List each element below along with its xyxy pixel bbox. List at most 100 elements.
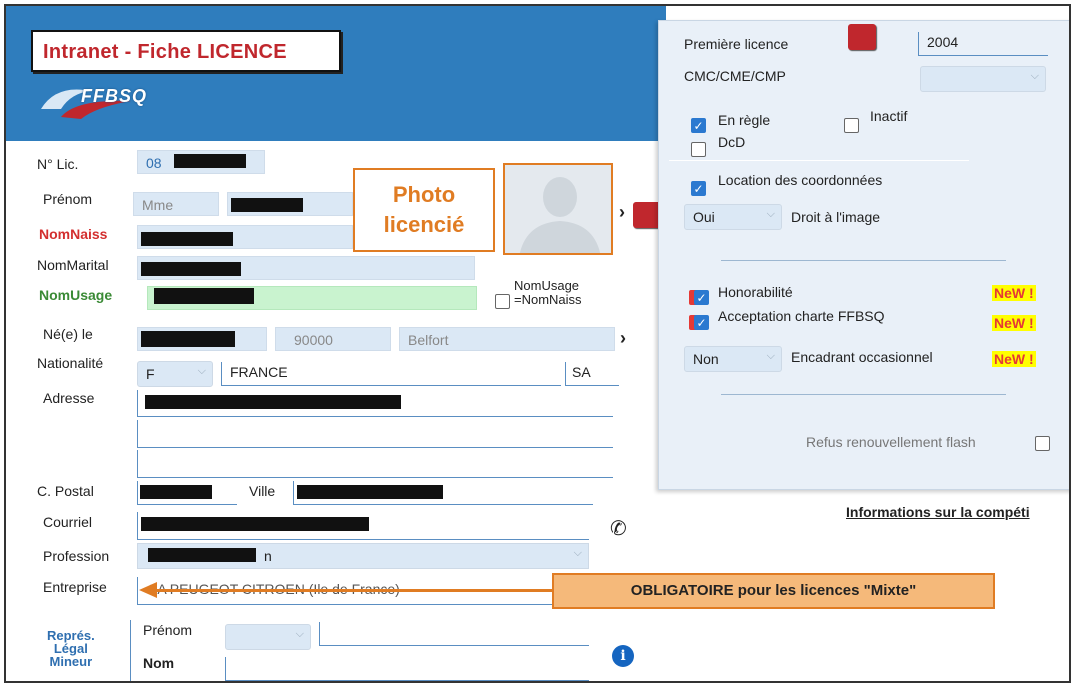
chevron-down-icon: ⌵: [1030, 70, 1039, 82]
redacted-block: [231, 198, 303, 212]
cp-naissance-value: 90000: [294, 332, 333, 348]
courriel-label: Courriel: [43, 514, 93, 530]
droit-image-value: Oui: [693, 209, 715, 225]
entreprise-label: Entreprise: [43, 579, 107, 595]
redacted-block: [141, 232, 233, 246]
divider: [721, 260, 1006, 261]
divider: [721, 394, 1006, 395]
nationalite-code-value: F: [146, 366, 155, 382]
cp-naissance-field[interactable]: 90000: [275, 327, 391, 351]
nationalite-label: Nationalité: [37, 355, 104, 371]
en-regle-checkbox[interactable]: ✓: [691, 118, 706, 133]
page-title: Intranet - Fiche LICENCE: [43, 41, 287, 63]
premiere-licence-field[interactable]: 2004: [918, 32, 1048, 56]
profession-value: n: [264, 548, 272, 564]
avatar-icon: [505, 165, 611, 253]
redacted-block: [141, 517, 369, 531]
adresse-label: Adresse: [43, 390, 95, 406]
civilite-field[interactable]: Mme: [133, 192, 219, 216]
repres-prenom-field[interactable]: [319, 622, 589, 646]
encadrant-value: Non: [693, 351, 719, 367]
profession-label: Profession: [43, 548, 110, 564]
page-title-box: Intranet - Fiche LICENCE: [31, 30, 341, 72]
prenom-label: Prénom: [43, 191, 93, 207]
inactif-label: Inactif: [870, 108, 908, 124]
chevron-right-icon[interactable]: ›: [619, 202, 625, 223]
repres-nom-field[interactable]: [225, 657, 589, 681]
nationalite-code-select[interactable]: F ⌵: [137, 361, 213, 387]
droit-image-select[interactable]: Oui ⌵: [684, 204, 782, 230]
photo-placeholder[interactable]: [503, 163, 613, 255]
nommarital-label: NomMarital: [37, 257, 109, 273]
honorabilite-checkbox[interactable]: ✓: [694, 290, 709, 305]
dcd-checkbox[interactable]: [691, 142, 706, 157]
redacted-block: [154, 288, 254, 304]
nomnaiss-label: NomNaiss: [39, 226, 108, 242]
info-icon[interactable]: i: [612, 645, 634, 667]
refus-label: Refus renouvellement flash: [806, 434, 976, 450]
redacted-block: [174, 154, 246, 168]
chevron-down-icon: ⌵: [766, 208, 775, 220]
annotation-arrow-head: [139, 582, 157, 598]
location-checkbox[interactable]: ✓: [691, 181, 706, 196]
redacted-block: [297, 485, 443, 499]
honorabilite-label: Honorabilité: [718, 284, 793, 300]
ville-naissance-value: Belfort: [408, 332, 449, 348]
cmc-label: CMC/CME/CMP: [684, 68, 786, 84]
redacted-block: [145, 395, 401, 409]
encadrant-label: Encadrant occasionnel: [791, 349, 933, 365]
repres-civilite-select[interactable]: ⌵: [225, 624, 311, 650]
divider: [130, 620, 131, 681]
dcd-label: DcD: [718, 134, 746, 150]
chevron-right-icon[interactable]: ›: [620, 328, 626, 349]
droit-image-label: Droit à l'image: [791, 209, 881, 225]
ne-le-label: Né(e) le: [43, 326, 93, 342]
civilite-value: Mme: [142, 197, 174, 213]
nomusage-eq-label: NomUsage =NomNaiss: [514, 278, 582, 307]
redacted-block: [141, 331, 235, 347]
adresse-line3[interactable]: [137, 450, 613, 478]
nationalite-suffix-field[interactable]: SA: [565, 362, 619, 386]
ffbsq-logo-text: FFBSQ: [81, 86, 147, 106]
repres-prenom-label: Prénom: [143, 622, 193, 638]
photo-label-box: Photo licencié: [353, 168, 495, 252]
refus-checkbox[interactable]: [1035, 436, 1050, 451]
acceptation-label: Acceptation charte FFBSQ: [718, 308, 885, 324]
chevron-down-icon: ⌵: [573, 547, 582, 559]
photo-label: Photo licencié: [383, 182, 465, 237]
chevron-down-icon: ⌵: [295, 628, 304, 640]
nationalite-suffix: SA: [572, 364, 591, 380]
redacted-block: [148, 548, 256, 562]
chevron-down-icon: ⌵: [197, 365, 206, 377]
adresse-line2[interactable]: [137, 420, 613, 448]
ville-label: Ville: [249, 483, 276, 499]
cmc-select[interactable]: ⌵: [920, 66, 1046, 92]
encadrant-select[interactable]: Non ⌵: [684, 346, 782, 372]
nationalite-field[interactable]: FRANCE: [221, 362, 561, 386]
en-regle-label: En règle: [718, 112, 771, 128]
redacted-block: [140, 485, 212, 499]
num-lic-label: N° Lic.: [37, 156, 79, 172]
chevron-down-icon: ⌵: [766, 350, 775, 362]
nationalite-value: FRANCE: [230, 364, 288, 380]
premiere-licence-value: 2004: [927, 34, 959, 50]
cpostal-label: C. Postal: [37, 483, 94, 499]
red-square-marker: [633, 202, 661, 228]
num-lic-value: 08: [146, 155, 162, 171]
inactif-checkbox[interactable]: [844, 118, 859, 133]
info-competition-link[interactable]: Informations sur la compéti: [846, 504, 1030, 520]
divider: [669, 160, 969, 161]
redacted-block: [141, 262, 241, 276]
premiere-licence-label: Première licence: [684, 36, 789, 52]
new-badge: NeW !: [992, 351, 1036, 367]
nomusage-eq-checkbox[interactable]: [495, 294, 510, 309]
phone-icon[interactable]: ✆: [610, 516, 627, 541]
obligatoire-annotation: OBLIGATOIRE pour les licences "Mixte": [552, 573, 995, 609]
repres-nom-label: Nom: [143, 655, 175, 671]
location-label: Location des coordonnées: [718, 172, 883, 188]
red-square-marker: [848, 24, 876, 50]
ville-naissance-field[interactable]: Belfort: [399, 327, 615, 351]
acceptation-checkbox[interactable]: ✓: [694, 315, 709, 330]
nomusage-label: NomUsage: [39, 287, 113, 303]
window-frame: Intranet - Fiche LICENCE FFBSQ N° Lic. 0…: [4, 4, 1071, 683]
